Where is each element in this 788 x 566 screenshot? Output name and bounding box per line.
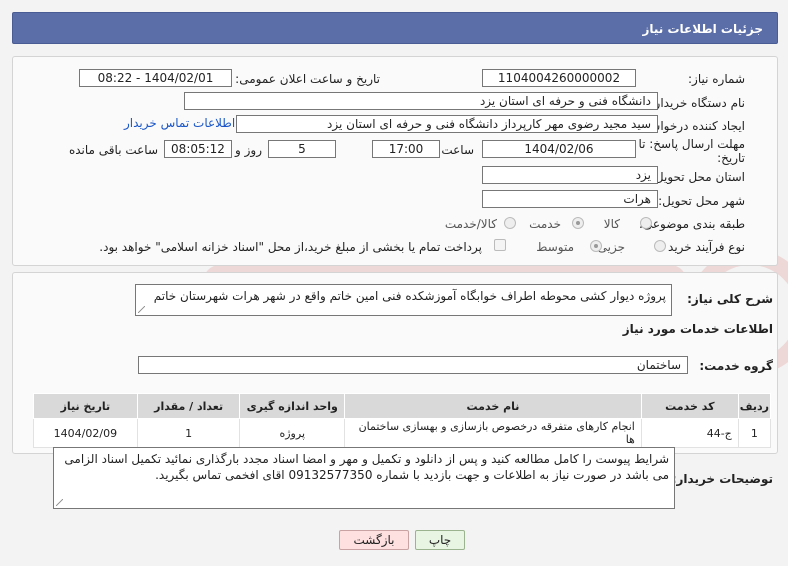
deadline-date-field: 1404/02/06 (482, 140, 636, 158)
col-row: ردیف (737, 393, 772, 419)
province-field: یزد (482, 166, 658, 184)
category-radio-goods[interactable] (640, 217, 652, 229)
announce-datetime-field: 1404/02/01 - 08:22 (79, 69, 232, 87)
buyer-contact-link[interactable]: اطلاعات تماس خریدار (124, 116, 235, 130)
service-group-label: گروه خدمت: (699, 359, 773, 373)
service-group-field: ساختمان (138, 356, 688, 374)
col-service-name: نام خدمت (344, 393, 642, 419)
buyer-notes-textarea[interactable]: شرایط پیوست را کامل مطالعه کنید و پس از … (53, 447, 675, 509)
cell-quantity: 1 (136, 418, 241, 448)
deadline-label: مهلت ارسال پاسخ: تا (638, 137, 745, 151)
category-label: طبقه بندی موضوعی: (638, 217, 745, 231)
col-need-date: تاریخ نیاز (33, 393, 138, 419)
summary-text: پروژه دیوار کشی محوطه اطراف خوابگاه آموز… (153, 289, 666, 303)
creator-field: سید مجید رضوی مهر کارپرداز دانشگاه فنی و… (236, 115, 658, 133)
need-number-label: شماره نیاز: (688, 72, 745, 86)
buyer-org-label: نام دستگاه خریدار: (650, 96, 746, 110)
page-title: جزئیات اطلاعات نیاز (642, 22, 763, 36)
cell-unit: پروژه (239, 418, 346, 448)
city-label: شهر محل تحویل: (658, 194, 745, 208)
summary-textarea[interactable]: پروژه دیوار کشی محوطه اطراف خوابگاه آموز… (135, 284, 672, 316)
days-remaining-field: 5 (268, 140, 336, 158)
treasury-payment-checkbox[interactable] (494, 239, 506, 251)
summary-label: شرح کلی نیاز: (687, 292, 773, 306)
need-info-panel (12, 56, 778, 266)
cell-row: 1 (737, 418, 772, 448)
days-label: روز و (235, 143, 262, 157)
category-radio-service[interactable] (572, 217, 584, 229)
process-radio-minor[interactable] (654, 240, 666, 252)
deadline-time-label: ساعت (441, 143, 474, 157)
back-button[interactable]: بازگشت (339, 530, 409, 550)
process-option-medium: متوسط (536, 240, 574, 254)
cell-service-code: ج-44 (640, 418, 739, 448)
table-row: 1 ج-44 انجام کارهای متفرقه درخصوص بازساز… (33, 418, 772, 448)
services-table: ردیف کد خدمت نام خدمت واحد اندازه گیری ت… (33, 393, 772, 448)
deadline-label-2: تاریخ: (717, 151, 745, 165)
col-quantity: تعداد / مقدار (136, 393, 241, 419)
buyer-notes-label: توضیحات خریدار: (671, 472, 773, 486)
col-unit: واحد اندازه گیری (239, 393, 346, 419)
category-option-goods-service: کالا/خدمت (444, 217, 497, 231)
buyer-org-field: دانشگاه فنی و حرفه ای استان یزد (184, 92, 658, 110)
treasury-payment-text: پرداخت تمام یا بخشی از مبلغ خرید،از محل … (99, 240, 482, 254)
process-radio-medium[interactable] (590, 240, 602, 252)
col-service-code: کد خدمت (640, 393, 739, 419)
province-label: استان محل تحویل: (650, 170, 745, 184)
resize-grip-icon[interactable] (56, 499, 63, 506)
page-header: جزئیات اطلاعات نیاز (12, 12, 778, 44)
announce-label: تاریخ و ساعت اعلان عمومی: (235, 72, 380, 86)
buyer-notes-text: شرایط پیوست را کامل مطالعه کنید و پس از … (64, 452, 669, 482)
remaining-time-label: ساعت باقی مانده (68, 143, 158, 157)
services-section-title: اطلاعات خدمات مورد نیاز (622, 322, 773, 336)
resize-grip-icon[interactable] (138, 306, 145, 313)
print-button[interactable]: چاپ (415, 530, 465, 550)
process-label: نوع فرآیند خرید : (660, 240, 745, 254)
remaining-time-field: 08:05:12 (164, 140, 232, 158)
need-number-field: 1104004260000002 (482, 69, 636, 87)
cell-service-name: انجام کارهای متفرقه درخصوص بازسازی و بهس… (344, 418, 642, 448)
category-option-service: خدمت (529, 217, 561, 231)
cell-need-date: 1404/02/09 (33, 418, 138, 448)
city-field: هرات (482, 190, 658, 208)
category-option-goods: کالا (603, 217, 620, 231)
services-table-header: ردیف کد خدمت نام خدمت واحد اندازه گیری ت… (33, 393, 772, 419)
category-radio-goods-service[interactable] (504, 217, 516, 229)
deadline-time-field: 17:00 (372, 140, 440, 158)
